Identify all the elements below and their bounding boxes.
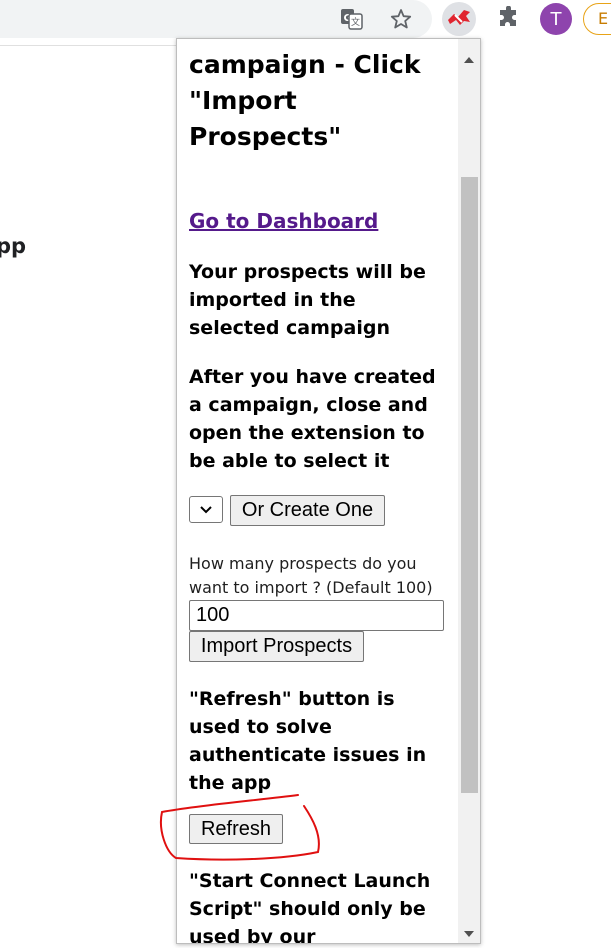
select-chevron-icon [199, 500, 213, 519]
background-page-text: pp [0, 234, 27, 258]
refresh-info: "Refresh" button is used to solve authen… [189, 688, 427, 794]
svg-text:文: 文 [351, 16, 360, 28]
puzzle-extensions-icon [498, 5, 520, 32]
campaign-select[interactable] [189, 496, 223, 523]
profile-chip[interactable]: E [583, 3, 611, 35]
profile-avatar[interactable]: T [540, 3, 572, 35]
extension-logo-icon [446, 6, 472, 32]
popup-title: campaign - Click "Import Prospects" [189, 50, 421, 151]
extension-logo-button[interactable] [442, 2, 476, 36]
extension-popup: campaign - Click "Import Prospects" Go t… [176, 38, 481, 944]
extensions-menu-button[interactable] [492, 2, 526, 36]
create-campaign-info: After you have created a campaign, close… [189, 366, 436, 472]
address-bar[interactable]: G 文 [0, 0, 432, 38]
refresh-button[interactable]: Refresh [189, 814, 283, 844]
create-one-button[interactable]: Or Create One [230, 495, 385, 526]
scroll-up-icon[interactable] [464, 48, 474, 67]
launch-script-info: "Start Connect Launch Script" should onl… [189, 870, 431, 944]
import-count-label: How many prospects do you want to import… [189, 554, 433, 597]
scrollbar-thumb[interactable] [461, 177, 478, 793]
page-divider [0, 45, 178, 46]
selected-campaign-info: Your prospects will be imported in the s… [189, 261, 426, 339]
browser-toolbar: G 文 T E [0, 0, 611, 38]
go-to-dashboard-link[interactable]: Go to Dashboard [189, 209, 378, 233]
import-prospects-button[interactable]: Import Prospects [189, 631, 364, 662]
popup-scrollbar[interactable] [458, 39, 480, 943]
bookmark-star-icon[interactable] [389, 7, 413, 35]
scroll-down-icon[interactable] [464, 923, 474, 942]
import-count-input[interactable]: 100 [189, 600, 444, 631]
translate-icon[interactable]: G 文 [340, 8, 364, 34]
